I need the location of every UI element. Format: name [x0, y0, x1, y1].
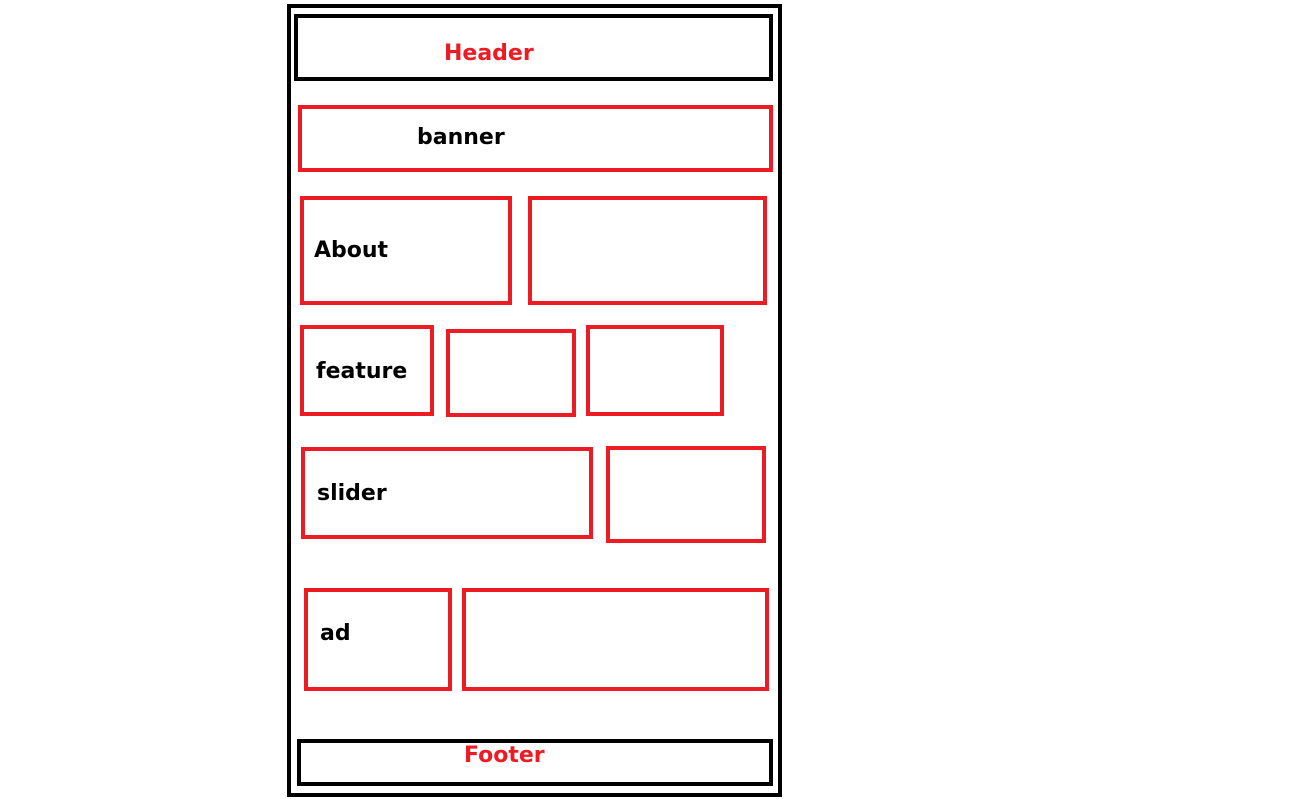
ad-label: ad: [320, 621, 351, 646]
header-label: Header: [444, 41, 534, 66]
slider-label: slider: [317, 481, 387, 506]
about-side-box: [528, 196, 767, 305]
about-label: About: [314, 238, 389, 263]
footer-label: Footer: [464, 743, 545, 768]
banner-box: [298, 105, 773, 172]
feature-second-box: [446, 329, 576, 417]
feature-third-box: [586, 325, 724, 416]
ad-side-box: [462, 588, 769, 691]
banner-label: banner: [417, 125, 505, 150]
feature-label: feature: [316, 359, 408, 384]
slider-side-box: [606, 446, 766, 543]
